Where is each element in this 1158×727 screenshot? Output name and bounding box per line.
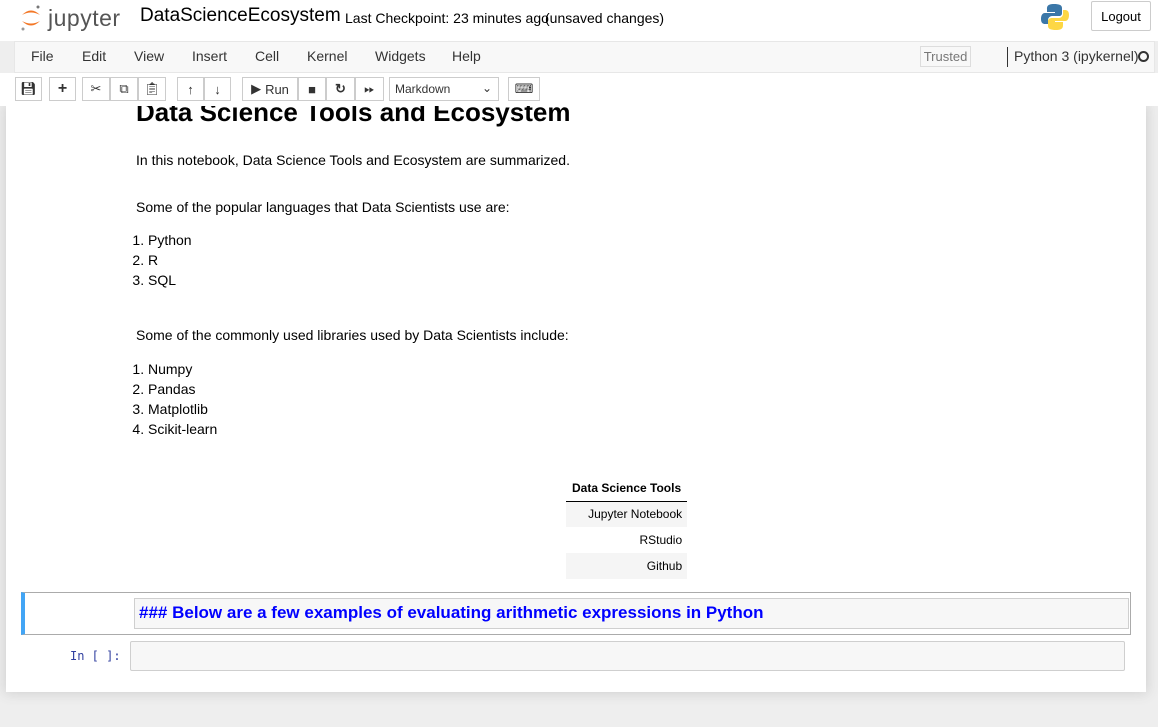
list-item: Python (148, 230, 192, 250)
keyboard-icon: ⌨ (514, 81, 534, 96)
fast-forward-icon: ⏩︎ (364, 81, 375, 96)
menubar: File Edit View Insert Cell Kernel Widget… (14, 41, 1155, 73)
menu-help[interactable]: Help (452, 48, 481, 64)
stop-icon: ■ (308, 81, 316, 97)
table-cell: Github (566, 553, 688, 579)
tools-table: Data Science Tools Jupyter Notebook RStu… (566, 475, 688, 579)
cell-type-value: Markdown (395, 82, 451, 96)
list-item: Scikit-learn (148, 419, 217, 439)
toolbar: 💾︎ + ✂ ⧉ 📋︎ ↑ ↓ ▶ Run ■ ↻ ⏩︎ Markdown ⌄ ⌨ (0, 73, 1158, 106)
copy-icon: ⧉ (119, 81, 129, 96)
paste-button[interactable]: 📋︎ (138, 77, 166, 101)
menu-insert[interactable]: Insert (192, 48, 227, 64)
arrow-down-icon: ↓ (214, 81, 221, 97)
jupyter-logo-icon (21, 5, 40, 31)
table-row: Github (566, 553, 688, 579)
trusted-badge[interactable]: Trusted (920, 46, 971, 67)
run-button[interactable]: ▶ Run (242, 77, 298, 101)
logo-text: jupyter (48, 4, 121, 31)
menu-kernel[interactable]: Kernel (307, 48, 347, 64)
move-up-button[interactable]: ↑ (177, 77, 204, 101)
kernel-name[interactable]: Python 3 (ipykernel) (1014, 48, 1139, 64)
paste-icon: 📋︎ (143, 81, 161, 96)
notebook-panel: Data Science Tools and Ecosystem In this… (6, 105, 1146, 692)
scissors-icon: ✂ (90, 81, 102, 96)
header: jupyter DataScienceEcosystem Last Checkp… (0, 0, 1158, 41)
play-icon: ▶ (251, 81, 262, 96)
list-item: SQL (148, 270, 192, 290)
restart-run-all-button[interactable]: ⏩︎ (355, 77, 384, 101)
languages-intro: Some of the popular languages that Data … (136, 199, 510, 215)
jupyter-logo[interactable]: jupyter (20, 4, 121, 32)
list-item: Pandas (148, 379, 217, 399)
python-logo-icon (1041, 4, 1069, 30)
save-button[interactable]: 💾︎ (15, 77, 42, 101)
table-cell: RStudio (639, 533, 683, 547)
markdown-editor[interactable]: ### Below are a few examples of evaluati… (134, 598, 1129, 629)
insert-cell-button[interactable]: + (49, 77, 76, 101)
notebook-name[interactable]: DataScienceEcosystem (140, 5, 341, 27)
move-down-button[interactable]: ↓ (204, 77, 231, 101)
unsaved-status: (unsaved changes) (545, 10, 665, 26)
arrow-up-icon: ↑ (187, 81, 194, 97)
notebook-title: Data Science Tools and Ecosystem (136, 105, 571, 127)
menu-view[interactable]: View (134, 48, 164, 64)
logout-button[interactable]: Logout (1091, 1, 1151, 31)
markdown-cell-selected[interactable]: ### Below are a few examples of evaluati… (21, 592, 1131, 635)
list-item: Matplotlib (148, 399, 217, 419)
languages-list: Python R SQL (148, 230, 192, 290)
run-label: Run (265, 81, 289, 97)
table-row: Jupyter Notebook (566, 501, 688, 527)
input-prompt: In [ ]: (70, 649, 121, 663)
chevron-down-icon: ⌄ (481, 81, 492, 95)
checkpoint-status: Last Checkpoint: 23 minutes ago (345, 10, 549, 26)
intro-text: In this notebook, Data Science Tools and… (136, 152, 570, 168)
kernel-divider (1007, 47, 1008, 67)
table-row: RStudio (566, 527, 687, 553)
cut-button[interactable]: ✂ (82, 77, 110, 101)
list-item: Numpy (148, 359, 217, 379)
menu-widgets[interactable]: Widgets (375, 48, 426, 64)
code-cell-input[interactable] (130, 641, 1125, 671)
restart-button[interactable]: ↻ (326, 77, 355, 101)
list-item: R (148, 250, 192, 270)
interrupt-button[interactable]: ■ (298, 77, 326, 101)
libraries-list: Numpy Pandas Matplotlib Scikit-learn (148, 359, 217, 439)
menu-cell[interactable]: Cell (255, 48, 279, 64)
plus-icon: + (57, 80, 68, 97)
restart-icon: ↻ (335, 81, 346, 96)
menu-edit[interactable]: Edit (82, 48, 106, 64)
command-palette-button[interactable]: ⌨ (508, 77, 540, 101)
save-icon: 💾︎ (20, 81, 37, 96)
libraries-intro: Some of the commonly used libraries used… (136, 327, 569, 343)
menu-file[interactable]: File (31, 48, 54, 64)
cell-type-select[interactable]: Markdown ⌄ (389, 77, 499, 101)
table-cell: Jupyter Notebook (566, 501, 688, 527)
kernel-idle-icon (1138, 51, 1149, 62)
copy-button[interactable]: ⧉ (110, 77, 138, 101)
table-header: Data Science Tools (566, 475, 688, 502)
